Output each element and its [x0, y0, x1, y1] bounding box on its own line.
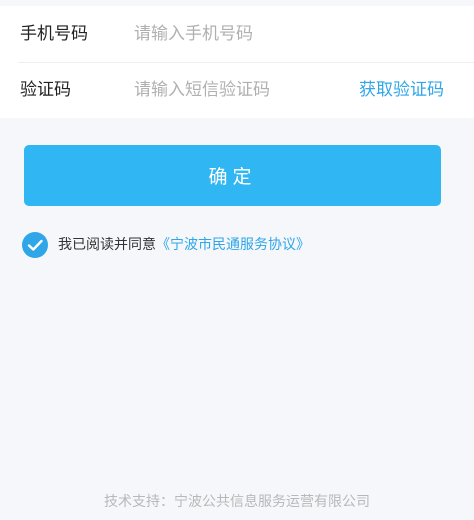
agreement-prefix: 我已阅读并同意: [58, 237, 156, 253]
code-input[interactable]: [134, 72, 334, 108]
agreement-row: 我已阅读并同意《宁波市民通服务协议》: [22, 231, 462, 259]
code-label: 验证码: [20, 80, 71, 100]
phone-input[interactable]: [134, 16, 454, 52]
confirm-button[interactable]: 确定: [24, 145, 441, 206]
login-page: 手机号码 验证码 获取验证码 确定 我已阅读并同意《宁波市民通服务协议》 技术支…: [0, 0, 474, 520]
sms-login-form: 手机号码 验证码 获取验证码: [0, 6, 474, 118]
agreement-link[interactable]: 《宁波市民通服务协议》: [156, 237, 310, 253]
check-circle-icon[interactable]: [22, 232, 48, 258]
get-code-button[interactable]: 获取验证码: [359, 62, 444, 118]
footer-credit: 技术支持：宁波公共信息服务运营有限公司: [104, 494, 370, 510]
agreement-text: 我已阅读并同意《宁波市民通服务协议》: [58, 231, 310, 259]
phone-label: 手机号码: [20, 24, 88, 44]
phone-row: 手机号码: [0, 6, 474, 62]
code-row: 验证码 获取验证码: [0, 62, 474, 118]
